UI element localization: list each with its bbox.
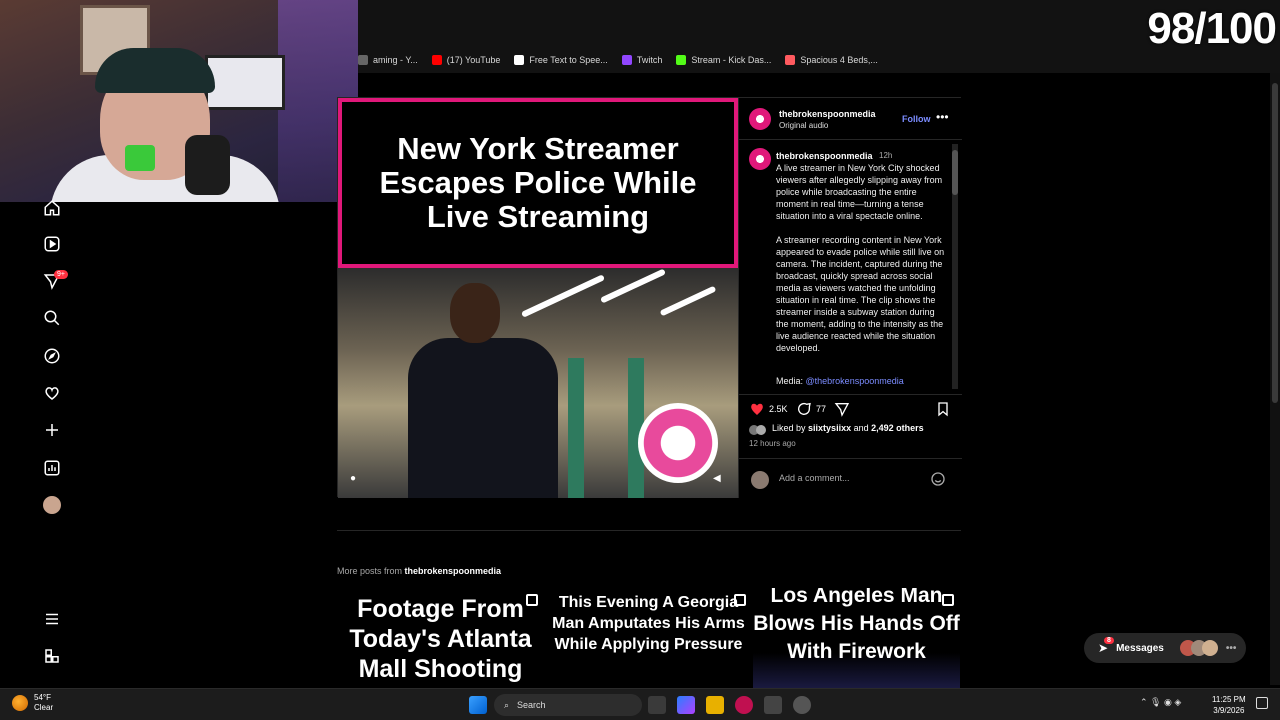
clock[interactable]: 11:25 PM 3/9/2026: [1212, 694, 1246, 716]
instagram-sidebar: 9+: [28, 195, 76, 685]
airbnb-icon: [785, 55, 796, 65]
reel-icon: [526, 594, 538, 606]
like-count[interactable]: 2.5K: [769, 404, 788, 414]
task-view-icon[interactable]: [648, 696, 666, 714]
youtube-studio-icon: [358, 55, 368, 65]
notifications-icon[interactable]: [43, 384, 61, 402]
comment-count[interactable]: 77: [816, 404, 826, 414]
like-icon[interactable]: [749, 401, 765, 417]
app-icon[interactable]: [793, 696, 811, 714]
video-frame[interactable]: ● ◀: [338, 268, 738, 498]
save-icon[interactable]: [935, 401, 951, 417]
opera-icon[interactable]: [735, 696, 753, 714]
post-header: thebrokenspoonmedia Original audio Follo…: [739, 98, 962, 140]
messages-label: Messages: [1116, 642, 1164, 654]
reels-icon[interactable]: [43, 235, 61, 253]
author-avatar[interactable]: [749, 108, 771, 130]
tts-icon: [514, 55, 525, 65]
my-avatar: [751, 471, 769, 489]
media-handle-link[interactable]: @thebrokenspoonmedia: [806, 376, 904, 386]
post-media[interactable]: New York Streamer Escapes Police While L…: [338, 98, 738, 498]
headline-banner: New York Streamer Escapes Police While L…: [338, 98, 738, 268]
messages-more-icon[interactable]: •••: [1226, 643, 1237, 654]
tray-icons[interactable]: ⌃ 🎙 ◉ ◈: [1140, 697, 1181, 708]
notifications-center-icon[interactable]: [1256, 697, 1268, 709]
youtube-icon: [431, 55, 442, 65]
reel-icon: [734, 594, 746, 606]
post-details: thebrokenspoonmedia Original audio Follo…: [738, 98, 962, 498]
taskbar-search[interactable]: ⌕ Search: [494, 694, 642, 716]
mute-icon[interactable]: ◀: [713, 473, 727, 487]
copilot-icon[interactable]: [677, 696, 695, 714]
comment-box[interactable]: Add a comment...: [739, 458, 962, 498]
bookmark-airbnb[interactable]: Spacious 4 Beds,...: [785, 55, 878, 65]
create-icon[interactable]: [43, 421, 61, 439]
messages-avatars: [1179, 640, 1218, 656]
reel-icon: [942, 594, 954, 606]
messages-pill[interactable]: ➤ 8 Messages •••: [1084, 633, 1246, 663]
more-post-thumb[interactable]: This Evening A Georgia Man Amputates His…: [545, 588, 752, 688]
post-time: 12 hours ago: [749, 439, 796, 448]
author-username[interactable]: thebrokenspoonmedia: [779, 109, 876, 119]
bookmark-tts[interactable]: Free Text to Spee...: [514, 55, 608, 65]
caption-text: A live streamer in New York City shocked…: [776, 163, 945, 353]
headline-text: New York Streamer Escapes Police While L…: [379, 131, 697, 234]
more-post-thumb[interactable]: Footage From Today's Atlanta Mall Shooti…: [337, 588, 544, 688]
score-overlay: 98/100: [1147, 4, 1277, 53]
windows-start-icon[interactable]: [469, 696, 487, 714]
officer-figure: [398, 283, 558, 498]
post-actions: 2.5K 77 Liked by siixtysiixx and 2,492 o…: [739, 394, 962, 454]
bookmark-youtube-studio[interactable]: aming - Y...: [358, 55, 418, 65]
comment-icon[interactable]: [796, 401, 812, 417]
audio-label[interactable]: Original audio: [779, 121, 828, 130]
messages-badge: 8: [1104, 637, 1114, 644]
weather-icon: [12, 695, 28, 711]
bookmark-twitch[interactable]: Twitch: [621, 55, 662, 65]
follow-button[interactable]: Follow: [902, 114, 931, 124]
windows-taskbar: 54°F Clear ⌕ Search ⌃ 🎙 ◉ ◈ 11:25 PM 3/9/20…: [0, 688, 1280, 720]
section-divider: [337, 530, 961, 531]
liked-by-avatars: [749, 422, 769, 435]
tagged-user-icon[interactable]: ●: [350, 473, 364, 487]
bookmarks-bar: aming - Y... (17) YouTube Free Text to S…: [358, 50, 878, 70]
media-label: Media:: [776, 376, 804, 386]
home-icon[interactable]: [43, 199, 61, 217]
post-modal: New York Streamer Escapes Police While L…: [337, 97, 962, 498]
more-post-thumb[interactable]: Los Angeles Man Blows His Hands Off With…: [753, 588, 960, 688]
liked-by-text[interactable]: Liked by siixtysiixx and 2,492 others: [772, 423, 924, 433]
dashboard-icon[interactable]: [43, 459, 61, 477]
bookmark-youtube[interactable]: (17) YouTube: [431, 55, 500, 65]
caption-scrollbar[interactable]: [952, 144, 958, 389]
bookmark-kick[interactable]: Stream - Kick Das...: [676, 55, 771, 65]
webcam-overlay: [0, 0, 358, 202]
notification-badge: 9+: [54, 270, 68, 279]
caption-avatar[interactable]: [749, 148, 771, 170]
weather-widget[interactable]: 54°F Clear: [12, 693, 53, 713]
share-icon[interactable]: [834, 401, 850, 417]
more-options-icon[interactable]: •••: [936, 110, 949, 124]
caption-time: 12h: [879, 151, 893, 160]
caption-area: thebrokenspoonmedia 12h A live streamer …: [739, 140, 962, 390]
emoji-icon[interactable]: [930, 471, 946, 487]
explore-icon[interactable]: [43, 347, 61, 365]
more-posts-heading: More posts from thebrokenspoonmedia: [337, 566, 502, 576]
search-icon: ⌕: [504, 699, 510, 710]
profile-avatar[interactable]: [43, 496, 61, 514]
file-explorer-icon[interactable]: [706, 696, 724, 714]
page-scrollbar[interactable]: [1270, 73, 1280, 685]
search-icon[interactable]: [43, 309, 61, 327]
kick-icon: [676, 55, 687, 65]
comment-input[interactable]: Add a comment...: [779, 473, 850, 483]
store-icon[interactable]: [764, 696, 782, 714]
caption-username[interactable]: thebrokenspoonmedia: [776, 151, 873, 161]
menu-icon[interactable]: [43, 610, 61, 628]
watermark-logo: [638, 403, 718, 483]
caption-media-line: Media: @thebrokenspoonmedia: [776, 376, 904, 386]
meta-apps-icon[interactable]: [43, 647, 61, 665]
twitch-icon: [621, 55, 632, 65]
